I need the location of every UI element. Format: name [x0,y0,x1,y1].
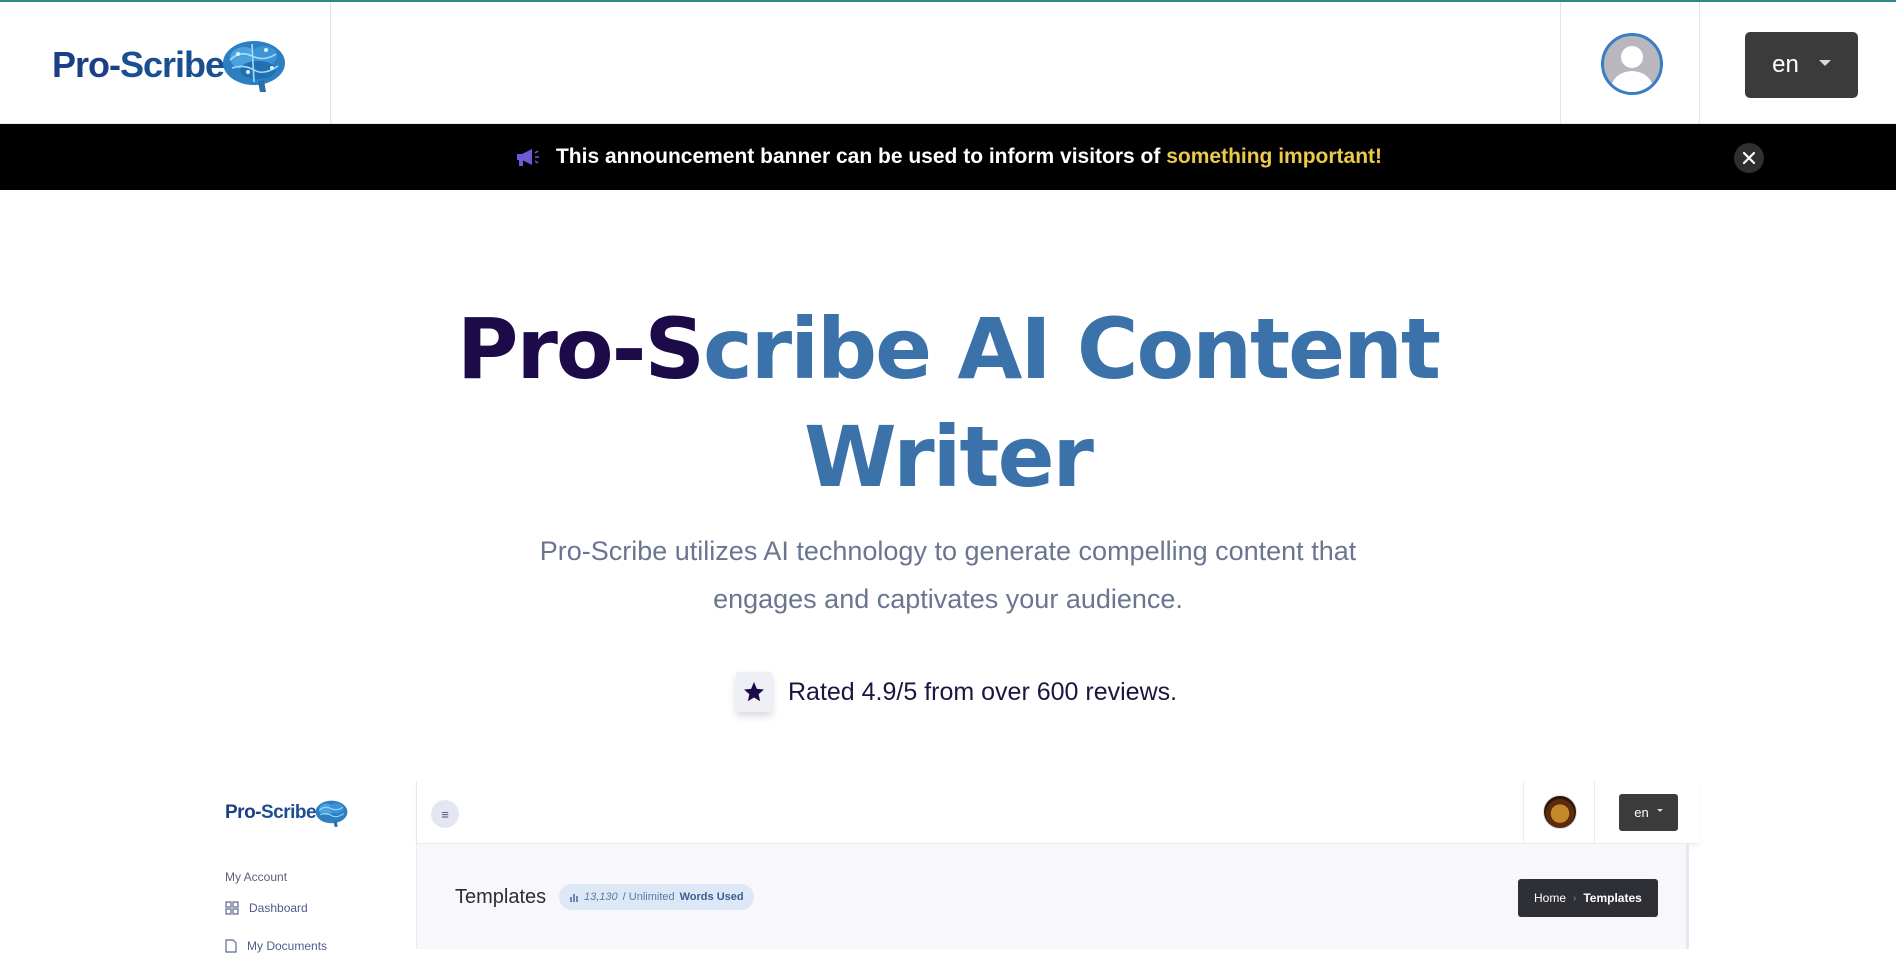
preview-words-used-badge: 13,130 / Unlimited Words Used [559,884,754,910]
preview-topbar: ≡ en [417,781,1699,844]
preview-nav-documents: My Documents [225,936,390,956]
banner-highlight: something important! [1166,145,1383,168]
logo-wordmark: Pro-Scribe [52,44,225,85]
preview-logo: Pro-Scribe [225,798,349,828]
announcement-banner: This announcement banner can be used to … [0,124,1896,190]
banner-close-button[interactable] [1734,143,1764,173]
brain-icon [315,800,348,827]
hero-title: Pro-Scribe AI Content Writer [456,300,1441,506]
preview-logo-wordmark: Pro-Scribe [225,802,317,823]
preview-main: Templates 13,130 / Unlimited Words Used … [417,844,1689,949]
site-logo[interactable]: Pro-Scribe [52,36,288,94]
close-icon [1742,151,1756,165]
app-preview: Pro-Scribe ≡ en My Account Dashboard My … [199,781,1699,953]
star-icon [744,682,764,702]
site-header: Pro-Scribe en [0,0,1896,124]
language-label: en [1772,51,1799,78]
megaphone-icon [516,149,539,166]
chevron-down-icon [1818,60,1831,66]
document-icon [225,939,237,953]
preview-logo-cell: Pro-Scribe [199,781,417,844]
chevron-down-icon [1656,809,1663,812]
banner-content: This announcement banner can be used to … [514,145,1382,169]
user-silhouette-icon [1610,46,1654,92]
logo-cell: Pro-Scribe [0,2,331,124]
rating-badge: Rated 4.9/5 from over 600 reviews. [736,672,1177,712]
rating-text: Rated 4.9/5 from over 600 reviews. [788,677,1178,706]
preview-nav-dashboard: Dashboard [225,901,308,915]
chevron-right-icon: › [1573,892,1577,904]
banner-text: This announcement banner can be used to … [555,145,1383,168]
preview-sidebar: My Account Dashboard My Documents [199,844,417,953]
hero-subtitle: Pro-Scribe utilizes AI technology to gen… [539,536,1357,614]
preview-page-title: Templates [455,886,547,908]
preview-avatar-cell [1523,781,1595,844]
menu-toggle-icon: ≡ [431,800,459,828]
preview-sidebar-section: My Account [225,870,288,884]
preview-breadcrumb: Home › Templates [1518,879,1658,917]
preview-lion-avatar [1543,795,1577,829]
bar-chart-icon [570,894,578,902]
language-dropdown[interactable]: en [1745,32,1858,98]
preview-language-dropdown: en [1619,794,1678,831]
user-avatar[interactable] [1601,33,1663,95]
brain-icon [223,41,286,92]
star-icon-box [736,672,772,712]
avatar-cell [1560,2,1700,124]
grid-icon [225,901,239,915]
